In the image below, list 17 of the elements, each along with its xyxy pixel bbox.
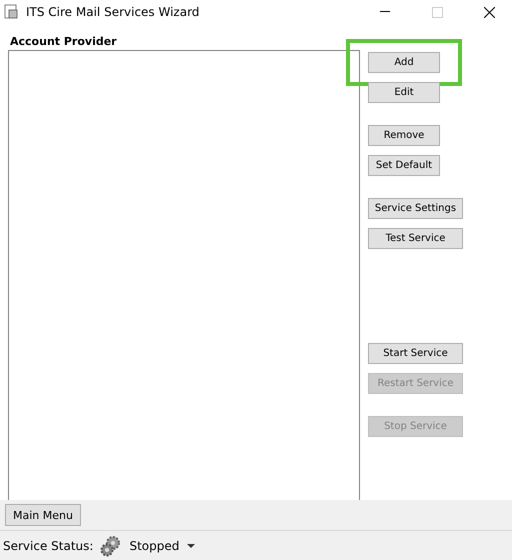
- minimize-icon[interactable]: [380, 11, 390, 13]
- gears-icon: [99, 534, 122, 556]
- window-title: ITS Cire Mail Services Wizard: [26, 5, 200, 19]
- action-button[interactable]: Test Service: [368, 228, 463, 249]
- action-button[interactable]: Service Settings: [368, 198, 463, 219]
- status-value[interactable]: Stopped: [129, 538, 180, 552]
- main-menu-button[interactable]: Main Menu: [5, 504, 81, 526]
- section-label: Account Provider: [10, 34, 118, 50]
- app-icon: [4, 4, 20, 20]
- action-button[interactable]: Start Service: [368, 343, 463, 364]
- close-icon[interactable]: [484, 6, 494, 18]
- dropdown-caret-icon[interactable]: [187, 544, 196, 548]
- status-label: Service Status:: [3, 538, 94, 552]
- action-button[interactable]: Add: [368, 52, 440, 73]
- action-button[interactable]: Edit: [368, 82, 440, 103]
- action-button[interactable]: Set Default: [368, 155, 440, 176]
- action-button[interactable]: Remove: [368, 125, 440, 146]
